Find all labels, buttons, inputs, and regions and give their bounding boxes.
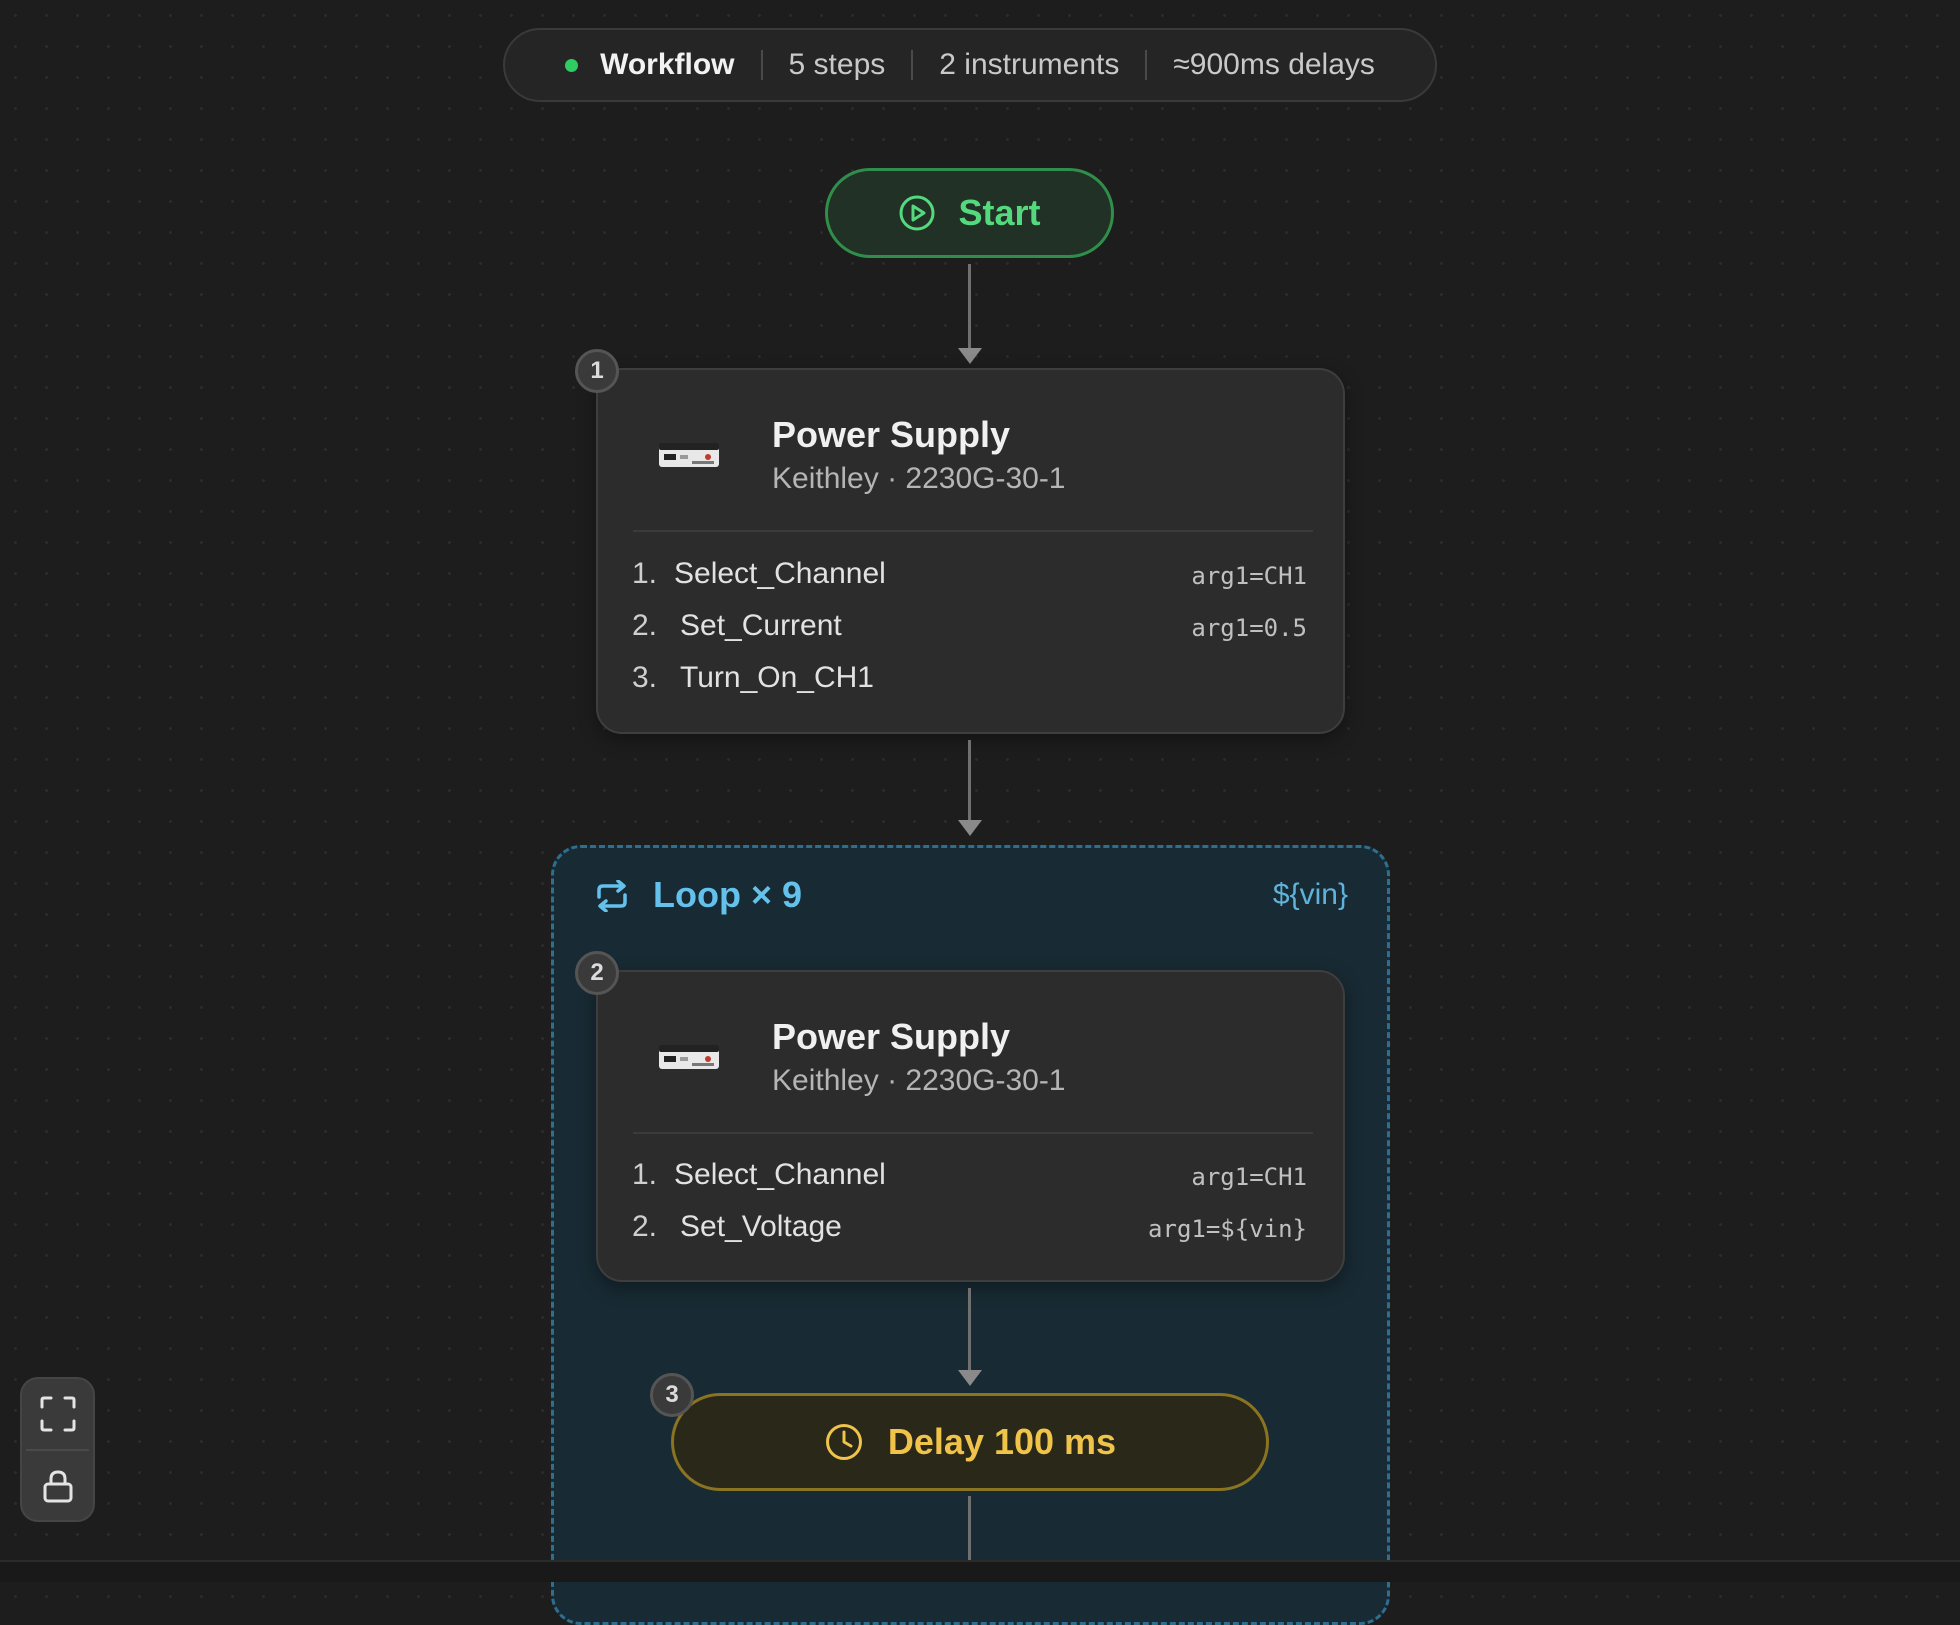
command-name: Select_Channel	[674, 557, 886, 590]
command-name: Set_Current	[680, 609, 842, 642]
connector-arrow	[958, 348, 982, 364]
delay-node[interactable]: Delay 100 ms	[671, 1393, 1269, 1491]
start-label: Start	[958, 192, 1041, 233]
step-badge: 2	[575, 951, 619, 995]
instrument-model: Keithley · 2230G-30-1	[772, 462, 1066, 495]
instrument-model: Keithley · 2230G-30-1	[772, 1064, 1066, 1097]
command-number: 2.	[632, 1210, 658, 1243]
lock-icon	[43, 1470, 72, 1503]
repeat-icon	[593, 879, 631, 917]
connector-arrow	[958, 820, 982, 836]
delay-label: Delay 100 ms	[887, 1421, 1117, 1462]
lock-button[interactable]	[22, 1451, 93, 1521]
connector-line	[968, 1288, 971, 1370]
fit-view-button[interactable]	[22, 1379, 93, 1449]
step-badge: 3	[650, 1373, 694, 1417]
command-argument: arg1=0.5	[1191, 614, 1307, 642]
step-badge: 1	[575, 349, 619, 393]
command-argument: arg1=CH1	[1191, 1163, 1307, 1191]
command-number: 3.	[632, 661, 658, 694]
summary-divider	[911, 50, 914, 80]
instrument-thumbnail	[658, 1042, 720, 1077]
instrument-thumbnail	[658, 440, 720, 475]
card-divider	[633, 530, 1313, 532]
command-number: 2.	[632, 609, 658, 642]
instrument-name: Power Supply	[772, 414, 1011, 455]
fit-view-icon	[40, 1396, 75, 1432]
command-number: 1.	[632, 557, 658, 590]
command-number: 1.	[632, 1158, 658, 1191]
play-circle-icon	[899, 195, 935, 231]
summary-divider	[1145, 50, 1148, 80]
workflow-title: Workflow	[600, 48, 735, 81]
command-argument: arg1=CH1	[1191, 562, 1307, 590]
connector-line	[968, 740, 971, 820]
summary-divider	[760, 50, 763, 80]
delays-total: ≈900ms delays	[1173, 48, 1375, 81]
loop-variable: ${vin}	[1272, 878, 1348, 911]
command-name: Set_Voltage	[680, 1210, 842, 1243]
connector-arrow	[958, 1370, 982, 1386]
command-argument: arg1=${vin}	[1148, 1215, 1307, 1243]
command-name: Select_Channel	[674, 1158, 886, 1191]
status-dot	[565, 58, 579, 72]
loop-label: Loop × 9	[653, 874, 803, 915]
steps-count: 5 steps	[788, 48, 886, 81]
instruments-count: 2 instruments	[939, 48, 1120, 81]
workflow-summary: Workflow 5 steps 2 instruments ≈900ms de…	[503, 28, 1437, 102]
canvas-bottom-edge	[0, 1560, 1960, 1582]
start-button[interactable]: Start	[825, 168, 1114, 258]
clock-icon	[825, 1424, 862, 1460]
connector-line	[968, 264, 971, 348]
connector-line	[968, 1496, 971, 1560]
command-name: Turn_On_CH1	[680, 661, 874, 694]
card-divider	[633, 1132, 1313, 1134]
instrument-name: Power Supply	[772, 1016, 1011, 1057]
